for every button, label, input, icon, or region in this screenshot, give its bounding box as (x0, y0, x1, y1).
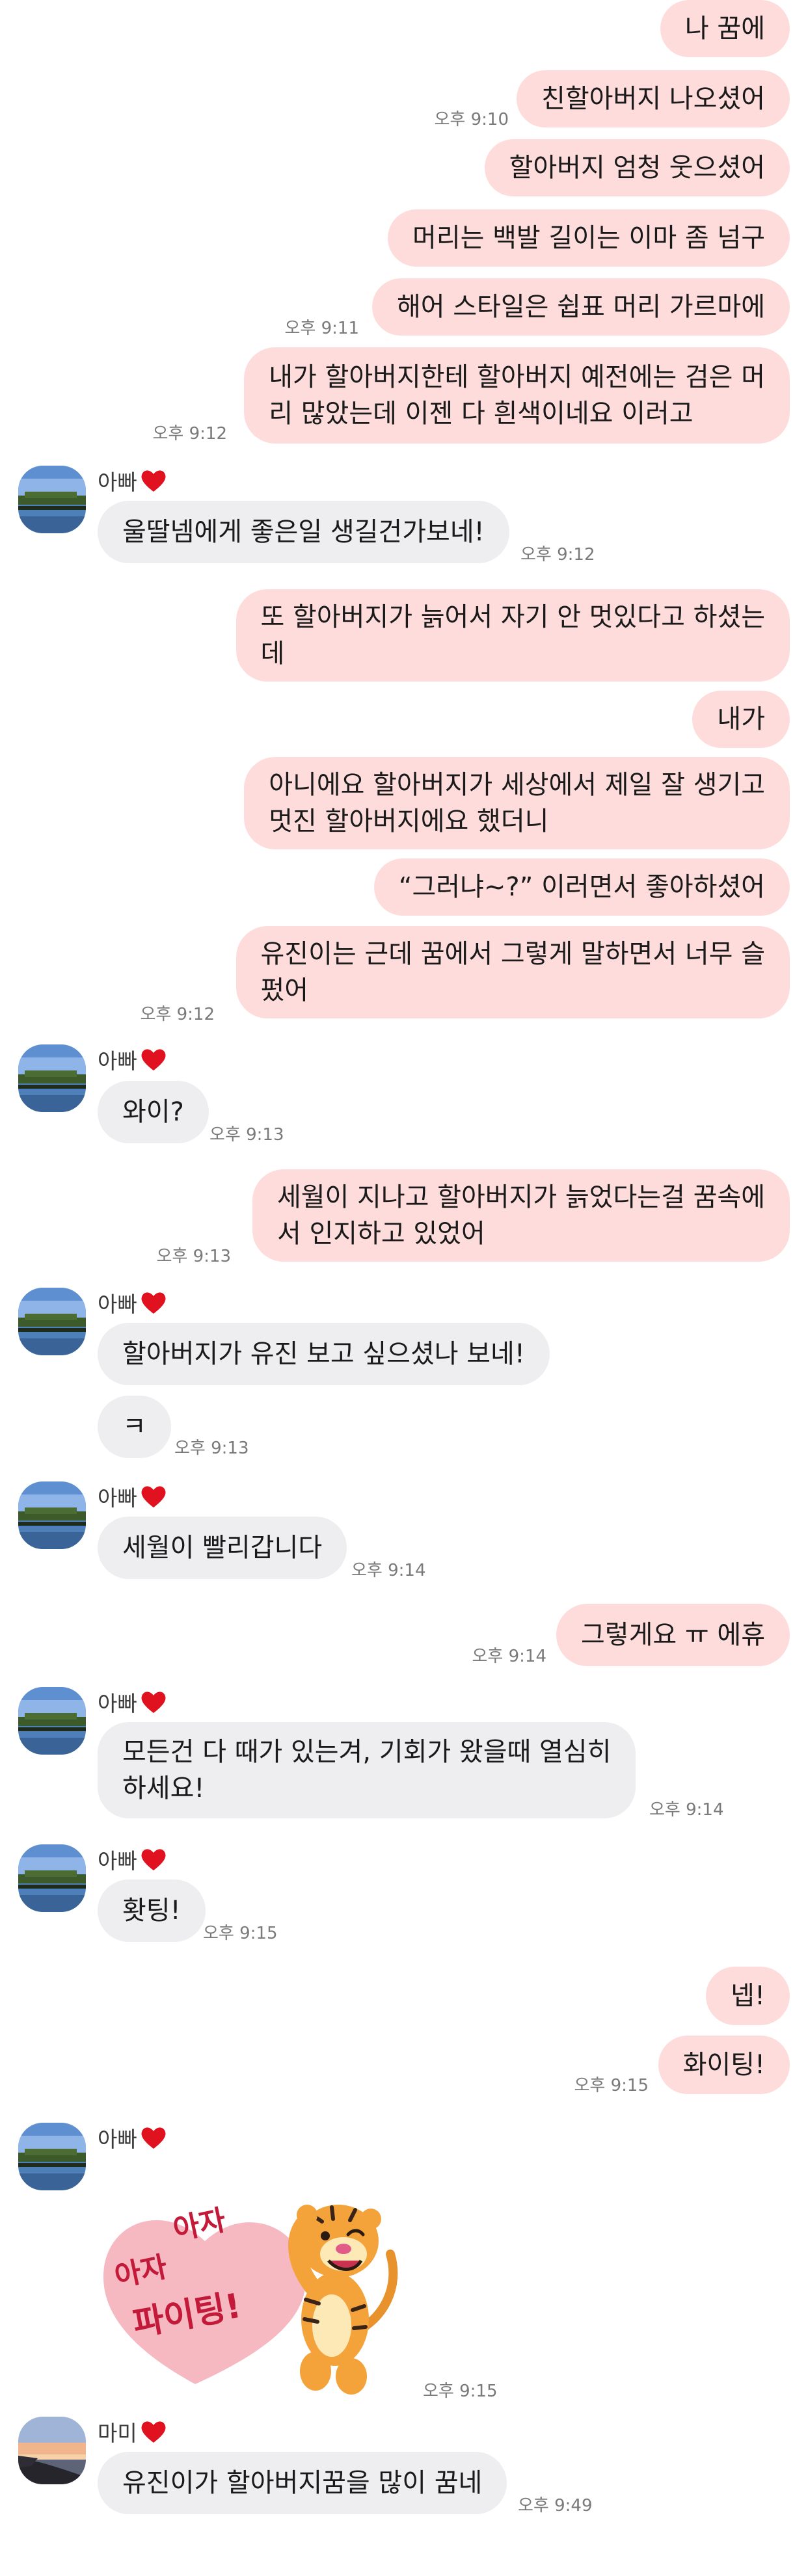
lake-photo-icon (18, 1481, 86, 1549)
message-text: 와이? (122, 1097, 184, 1127)
message-timestamp: 오후 9:49 (518, 2496, 593, 2516)
message-text: 울딸넴에게 좋은일 생길건가보네! (122, 517, 485, 547)
lake-photo-icon (18, 1288, 86, 1355)
message-bubble[interactable]: 울딸넴에게 좋은일 생길건가보네! (98, 501, 509, 563)
message-timestamp: 오후 9:12 (520, 545, 595, 564)
avatar-dad[interactable] (18, 1687, 86, 1755)
message-timestamp: 오후 9:10 (434, 110, 509, 129)
message-timestamp: 오후 9:12 (152, 424, 228, 444)
message-bubble[interactable]: 유진이는 근데 꿈에서 그렇게 말하면서 너무 슬 펐어 (236, 926, 790, 1018)
avatar-dad[interactable] (18, 1288, 86, 1355)
lake-photo-icon (18, 466, 86, 533)
message-bubble[interactable]: 해어 스타일은 쉽표 머리 가르마에 (371, 278, 790, 336)
message-timestamp: 오후 9:14 (472, 1647, 547, 1666)
message-bubble[interactable]: 내가 할아버지한테 할아버지 예전에는 검은 머 리 많았는데 이젠 다 흰색이… (244, 347, 790, 444)
message-bubble[interactable]: 아니에요 할아버지가 세상에서 제일 잘 생기고 멋진 할아버지에요 했더니 (244, 757, 790, 849)
message-bubble[interactable]: 내가 (692, 691, 790, 748)
sender-name: 아빠 (98, 465, 167, 496)
message-text: 해어 스타일은 쉽표 머리 가르마에 (396, 292, 765, 322)
heart-icon (140, 468, 167, 493)
message-timestamp: 오후 9:13 (174, 1439, 249, 1458)
message-text: 유진이가 할아버지꿈을 많이 꿈네 (122, 2468, 483, 2498)
message-bubble[interactable]: 할아버지가 유진 보고 싶으셨나 보네! (98, 1323, 550, 1385)
message-bubble[interactable]: 화이팅! (658, 2036, 790, 2094)
message-timestamp: 오후 9:14 (351, 1561, 426, 1580)
sunset-photo-icon (18, 2417, 86, 2484)
message-text: 친할아버지 나오셨어 (541, 84, 765, 114)
message-text: 할아버지가 유진 보고 싶으셨나 보네! (122, 1339, 525, 1369)
message-bubble[interactable]: 나 꿈에 (660, 0, 790, 57)
sender-name: 아빠 (98, 1287, 167, 1318)
message-text: 그렇게요 ㅠ 에휴 (580, 1620, 765, 1650)
message-text: 나 꿈에 (684, 14, 765, 44)
heart-icon (140, 2419, 167, 2444)
message-bubble[interactable]: 홧팅! (98, 1879, 206, 1942)
sender-name: 아빠 (98, 1844, 167, 1875)
message-text: 내가 할아버지한테 할아버지 예전에는 검은 머 리 많았는데 이젠 다 흰색이… (269, 362, 765, 429)
chat-thread: 나 꿈에 친할아버지 나오셨어 오후 9:10 할아버지 엄청 웃으셨어 머리는… (0, 0, 808, 2576)
message-text: 머리는 백발 길이는 이마 좀 넘구 (412, 223, 765, 253)
message-timestamp: 오후 9:13 (209, 1125, 284, 1145)
message-bubble[interactable]: 와이? (98, 1081, 209, 1143)
message-text: 내가 (717, 704, 765, 734)
message-bubble[interactable]: 그렇게요 ㅠ 에휴 (556, 1604, 790, 1666)
message-timestamp: 오후 9:15 (423, 2382, 498, 2401)
avatar-dad[interactable] (18, 1044, 86, 1112)
message-bubble[interactable]: ㅋ (98, 1396, 171, 1458)
message-bubble[interactable]: 또 할아버지가 늙어서 자기 안 멋있다고 하셨는 데 (236, 589, 790, 682)
message-timestamp: 오후 9:12 (140, 1005, 215, 1024)
sticker-image: 아자 아자 파이팅! (103, 2203, 398, 2395)
avatar-dad[interactable] (18, 2123, 86, 2190)
sender-name: 마미 (98, 2416, 167, 2447)
message-bubble[interactable]: 세월이 지나고 할아버지가 늙었다는걸 꿈속에 서 인지하고 있었어 (252, 1169, 790, 1262)
message-text: 아니에요 할아버지가 세상에서 제일 잘 생기고 멋진 할아버지에요 했더니 (269, 770, 765, 836)
message-text: 넵! (731, 1981, 765, 2011)
message-timestamp: 오후 9:14 (649, 1800, 724, 1820)
heart-icon (140, 1847, 167, 1872)
message-timestamp: 오후 9:15 (203, 1924, 278, 1943)
tiger-character (288, 2205, 398, 2395)
lake-photo-icon (18, 2123, 86, 2190)
message-text: 홧팅! (122, 1896, 181, 1926)
heart-icon (140, 1484, 167, 1509)
message-bubble[interactable]: 넵! (706, 1967, 790, 2025)
message-bubble[interactable]: 할아버지 엄청 웃으셨어 (484, 139, 790, 196)
heart-icon (140, 1290, 167, 1315)
sender-name: 아빠 (98, 1686, 167, 1718)
lake-photo-icon (18, 1687, 86, 1755)
message-text: “그러냐~?” 이러면서 좋아하셨어 (398, 872, 765, 902)
message-bubble[interactable]: 머리는 백발 길이는 이마 좀 넘구 (388, 209, 790, 267)
heart-icon (140, 1690, 167, 1714)
message-bubble[interactable]: “그러냐~?” 이러면서 좋아하셨어 (373, 858, 790, 916)
lake-photo-icon (18, 1044, 86, 1112)
message-bubble[interactable]: 모든건 다 때가 있는겨, 기회가 왔을때 열심히 하세요! (98, 1722, 636, 1818)
avatar-dad[interactable] (18, 466, 86, 533)
message-timestamp: 오후 9:11 (284, 319, 360, 338)
sender-name: 아빠 (98, 1481, 167, 1512)
heart-icon (140, 1047, 167, 1072)
message-timestamp: 오후 9:15 (574, 2076, 649, 2095)
message-text: 모든건 다 때가 있는겨, 기회가 왔을때 열심히 하세요! (122, 1737, 612, 1803)
heart-icon (140, 2125, 167, 2150)
avatar-dad[interactable] (18, 1844, 86, 1912)
message-text: 또 할아버지가 늙어서 자기 안 멋있다고 하셨는 데 (260, 602, 766, 669)
message-text: 화이팅! (682, 2050, 765, 2080)
message-text: ㅋ (122, 1412, 146, 1442)
sender-name: 아빠 (98, 2122, 167, 2153)
message-text: 유진이는 근데 꿈에서 그렇게 말하면서 너무 슬 펐어 (260, 939, 766, 1005)
message-bubble[interactable]: 유진이가 할아버지꿈을 많이 꿈네 (98, 2452, 507, 2514)
avatar-mom[interactable] (18, 2417, 86, 2484)
sender-name: 아빠 (98, 1044, 167, 1075)
message-text: 세월이 빨리갑니다 (122, 1533, 323, 1563)
message-timestamp: 오후 9:13 (156, 1247, 232, 1266)
message-bubble[interactable]: 세월이 빨리갑니다 (98, 1517, 347, 1579)
message-text: 할아버지 엄청 웃으셨어 (509, 153, 765, 183)
message-bubble[interactable]: 친할아버지 나오셨어 (517, 70, 790, 127)
avatar-dad[interactable] (18, 1481, 86, 1549)
lake-photo-icon (18, 1844, 86, 1912)
sticker-message[interactable]: 아자 아자 파이팅! (98, 2157, 416, 2397)
message-text: 세월이 지나고 할아버지가 늙었다는걸 꿈속에 서 인지하고 있었어 (276, 1182, 765, 1249)
